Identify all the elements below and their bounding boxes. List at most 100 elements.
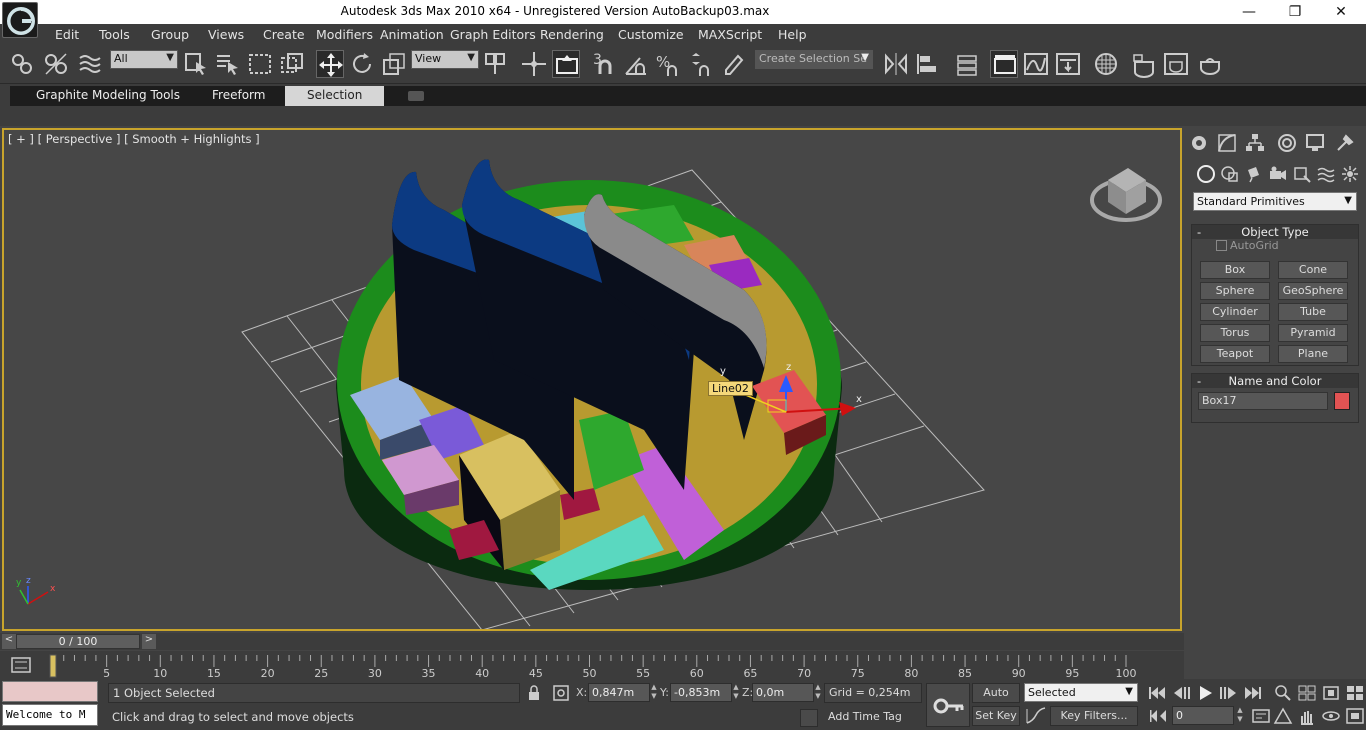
next-frame-arrow-icon[interactable]: >	[142, 634, 156, 649]
cameras-icon[interactable]	[1268, 164, 1288, 184]
app-logo-icon[interactable]	[2, 2, 38, 38]
pyramid-button[interactable]: Pyramid	[1278, 324, 1348, 342]
add-time-tag-button[interactable]: Add Time Tag	[824, 707, 922, 727]
helpers-icon[interactable]	[1292, 164, 1312, 184]
ribbon-minimize-toggle-icon[interactable]	[408, 91, 424, 101]
open-mini-curve-editor-icon[interactable]	[10, 656, 32, 674]
z-coordinate-field[interactable]: 0,0m	[752, 683, 814, 702]
select-object-icon[interactable]	[182, 50, 210, 78]
perspective-viewport[interactable]: [ + ] [ Perspective ] [ Smooth + Highlig…	[2, 128, 1182, 631]
orbit-icon[interactable]	[1320, 706, 1342, 726]
previous-frame-icon[interactable]	[1170, 683, 1192, 703]
autogrid-checkbox[interactable]: AutoGrid	[1216, 239, 1279, 252]
hierarchy-tab-icon[interactable]	[1244, 132, 1266, 154]
lights-icon[interactable]	[1244, 164, 1264, 184]
motion-tab-icon[interactable]	[1276, 132, 1298, 154]
time-tag-icon[interactable]	[800, 709, 818, 727]
object-category-dropdown[interactable]: Standard Primitives ▼	[1193, 192, 1357, 211]
set-keys-key-icon[interactable]	[926, 683, 970, 727]
auto-key-button[interactable]: Auto Key	[972, 683, 1020, 717]
key-filters-button[interactable]: Key Filters...	[1050, 706, 1138, 726]
cone-button[interactable]: Cone	[1278, 261, 1348, 279]
pan-hand-icon[interactable]	[1296, 706, 1318, 726]
default-in-out-tangents-icon[interactable]	[1024, 706, 1048, 726]
y-coordinate-field[interactable]: -0,853m	[670, 683, 732, 702]
menu-group[interactable]: Group	[151, 27, 189, 42]
menu-maxscript[interactable]: MAXScript	[698, 27, 762, 42]
select-and-rotate-icon[interactable]	[348, 50, 376, 78]
create-tab-icon[interactable]	[1188, 132, 1210, 154]
zoom-extents-all-icon[interactable]	[1344, 683, 1366, 703]
maximize-viewport-icon[interactable]	[1344, 706, 1366, 726]
space-warps-icon[interactable]	[1316, 164, 1336, 184]
field-of-view-icon[interactable]	[1272, 706, 1294, 726]
select-manipulate-icon[interactable]	[520, 50, 548, 78]
plane-button[interactable]: Plane	[1278, 345, 1348, 363]
spinner-snap-icon[interactable]	[686, 50, 714, 78]
selection-lock-icon[interactable]	[526, 685, 542, 701]
rendered-frame-window-icon[interactable]	[1162, 50, 1190, 78]
snaps-toggle-icon[interactable]: 3	[590, 50, 618, 78]
next-frame-icon[interactable]	[1218, 683, 1240, 703]
key-mode-toggle-icon[interactable]	[1148, 706, 1168, 726]
graphite-toggle-icon[interactable]	[990, 50, 1018, 78]
render-production-icon[interactable]	[1196, 50, 1224, 78]
close-button[interactable]: ✕	[1318, 0, 1364, 24]
shapes-icon[interactable]	[1220, 164, 1240, 184]
absolute-mode-transform-icon[interactable]	[552, 684, 570, 702]
tube-button[interactable]: Tube	[1278, 303, 1348, 321]
menu-modifiers[interactable]: Modifiers	[316, 27, 373, 42]
tab-graphite-modeling-tools[interactable]: Graphite Modeling Tools	[36, 88, 180, 102]
align-icon[interactable]	[914, 50, 942, 78]
minimize-button[interactable]: —	[1226, 0, 1272, 24]
set-key-button[interactable]: Set Key	[972, 706, 1020, 726]
display-tab-icon[interactable]	[1304, 132, 1326, 154]
previous-frame-arrow-icon[interactable]: <	[2, 634, 16, 649]
modify-tab-icon[interactable]	[1216, 132, 1238, 154]
curve-editor-icon[interactable]	[1022, 50, 1050, 78]
rectangular-selection-icon[interactable]	[246, 50, 274, 78]
select-by-name-icon[interactable]	[214, 50, 242, 78]
menu-views[interactable]: Views	[208, 27, 244, 42]
object-color-swatch[interactable]	[1334, 392, 1350, 410]
unlink-selection-icon[interactable]	[42, 50, 70, 78]
key-mode-dropdown[interactable]: Selected ▼	[1024, 683, 1138, 702]
layer-manager-icon[interactable]	[952, 50, 980, 78]
named-selection-set-dropdown[interactable]: Create Selection Se ▼	[755, 50, 873, 69]
go-to-start-icon[interactable]	[1146, 683, 1168, 703]
teapot-button[interactable]: Teapot	[1200, 345, 1270, 363]
sphere-button[interactable]: Sphere	[1200, 282, 1270, 300]
maximize-button[interactable]: ❐	[1272, 0, 1318, 24]
x-spinner-icon[interactable]: ▲ ▼	[650, 683, 658, 702]
menu-graph-editors[interactable]: Graph Editors	[450, 27, 536, 42]
edit-named-selection-icon[interactable]	[720, 50, 748, 78]
menu-customize[interactable]: Customize	[618, 27, 684, 42]
pivot-center-icon[interactable]	[482, 50, 510, 78]
maxscript-listener-input[interactable]: Welcome to M	[2, 704, 98, 726]
track-ruler[interactable]: 5 10 15 20 25 30 35 40 45 50 55 60 65 70 75 80 85 90 95 100	[48, 653, 1182, 679]
menu-rendering[interactable]: Rendering	[540, 27, 604, 42]
zoom-all-icon[interactable]	[1296, 683, 1318, 703]
reference-coordinate-dropdown[interactable]: View ▼	[411, 50, 479, 69]
mirror-icon[interactable]	[882, 50, 910, 78]
cylinder-button[interactable]: Cylinder	[1200, 303, 1270, 321]
angle-snap-icon[interactable]	[622, 50, 650, 78]
select-and-move-icon[interactable]	[316, 50, 344, 78]
torus-button[interactable]: Torus	[1200, 324, 1270, 342]
time-slider-thumb[interactable]: 0 / 100	[16, 634, 140, 649]
schematic-view-icon[interactable]	[1054, 50, 1082, 78]
bind-space-warp-icon[interactable]	[76, 50, 104, 78]
select-and-scale-icon[interactable]	[380, 50, 408, 78]
material-editor-icon[interactable]	[1092, 50, 1120, 78]
maxscript-listener-output[interactable]	[2, 681, 98, 702]
z-spinner-icon[interactable]: ▲ ▼	[814, 683, 822, 702]
zoom-extents-icon[interactable]	[1320, 683, 1342, 703]
percent-snap-icon[interactable]: %	[654, 50, 682, 78]
selection-filter-dropdown[interactable]: All ▼	[110, 50, 178, 69]
window-crossing-icon[interactable]	[278, 50, 306, 78]
geometry-icon[interactable]	[1196, 164, 1216, 184]
render-setup-icon[interactable]	[1130, 50, 1158, 78]
zoom-icon[interactable]	[1272, 683, 1294, 703]
name-and-color-rollout-header[interactable]: - Name and Color	[1192, 374, 1358, 388]
object-type-rollout-header[interactable]: - Object Type	[1192, 225, 1358, 239]
